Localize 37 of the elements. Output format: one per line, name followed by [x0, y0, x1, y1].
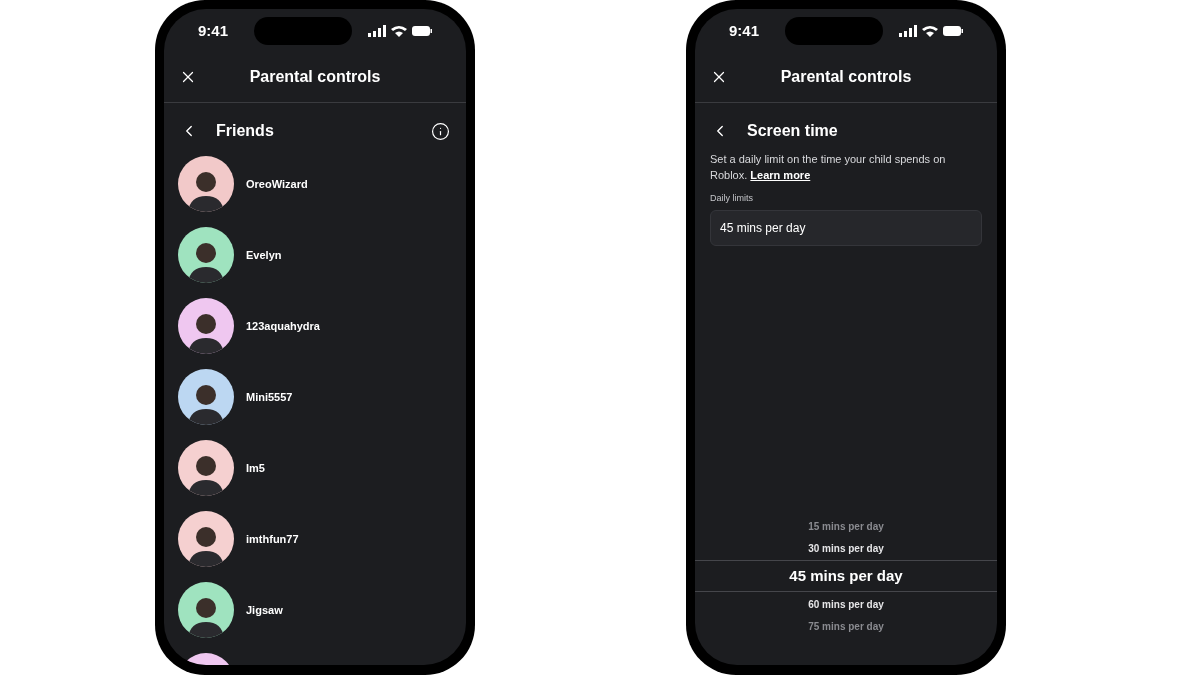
header-title: Parental controls	[780, 66, 912, 87]
info-button[interactable]	[430, 121, 450, 141]
wifi-icon	[922, 25, 938, 37]
picker-option[interactable]: 15 mins per day	[695, 515, 997, 537]
page-title: Screen time	[747, 121, 838, 141]
friend-row[interactable]: OreoWizard	[178, 156, 452, 212]
friend-row[interactable]: Jigsaw	[178, 582, 452, 638]
friend-name: Mini5557	[246, 389, 293, 405]
friend-name: Evelyn	[246, 247, 282, 263]
signal-icon	[899, 25, 917, 37]
friend-name: OreoWizard	[246, 176, 308, 192]
friend-row[interactable]: Im5	[178, 440, 452, 496]
battery-icon	[943, 26, 963, 36]
picker-option[interactable]: 75 mins per day	[695, 615, 997, 637]
page-title: Friends	[216, 121, 274, 141]
status-time: 9:41	[729, 20, 761, 41]
friend-name: Jigsaw	[246, 602, 283, 618]
friend-name: Im5	[246, 460, 265, 476]
learn-more-link[interactable]: Learn more	[750, 169, 811, 181]
status-time: 9:41	[198, 20, 230, 41]
info-icon	[430, 121, 450, 141]
picker-option[interactable]: 60 mins per day	[695, 593, 997, 615]
field-label: Daily limits	[710, 192, 754, 205]
friend-row[interactable]: imthfun77	[178, 511, 452, 567]
wifi-icon	[391, 25, 407, 37]
header-title: Parental controls	[249, 66, 381, 87]
friend-row[interactable]: 123aquahydra	[178, 298, 452, 354]
description-text: Set a daily limit on the time your child spends on Roblox. Learn more	[710, 152, 947, 183]
picker-option[interactable]: 30 mins per day	[695, 537, 997, 559]
friend-name: imthfun77	[246, 531, 299, 547]
friend-row[interactable]: Mini5557	[178, 369, 452, 425]
friend-row[interactable]: Evelyn	[178, 227, 452, 283]
picker-option[interactable]: 45 mins per day	[695, 560, 997, 592]
signal-icon	[368, 25, 386, 37]
battery-icon	[412, 26, 432, 36]
friend-name: 123aquahydra	[246, 318, 320, 334]
daily-limit-field[interactable]: 45 mins per day	[710, 209, 982, 246]
